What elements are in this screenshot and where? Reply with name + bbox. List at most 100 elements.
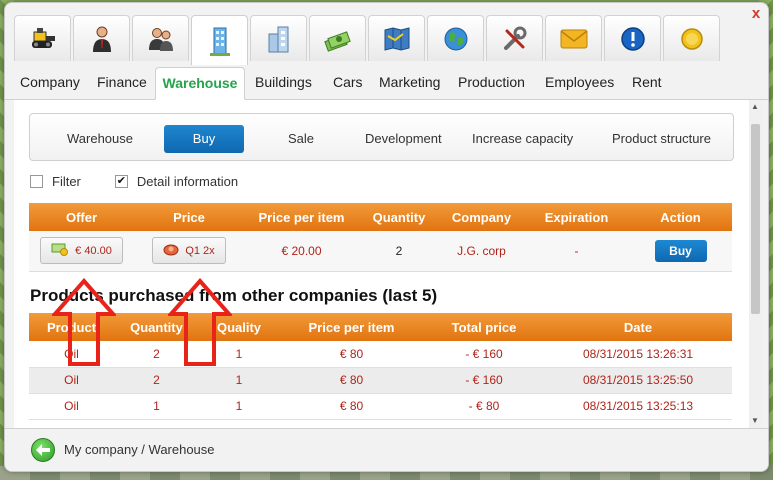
buy-button[interactable]: Buy [654, 239, 707, 262]
back-arrow-icon[interactable] [31, 438, 55, 462]
filter-row: Filter ✔ Detail information [30, 174, 238, 189]
offer-amount: € 40.00 [75, 244, 112, 257]
map-icon [382, 24, 412, 54]
icon-tab-buildings[interactable] [250, 15, 307, 61]
price-per-item-cell: € 80 [279, 341, 424, 368]
warehouse-building-icon [205, 26, 235, 56]
icon-tab-map[interactable] [368, 15, 425, 61]
icon-tab-bulldozer[interactable] [14, 15, 71, 61]
bulldozer-icon [28, 24, 58, 54]
warehouse-buy-panel: Warehouse Buy Sale Development Increase … [14, 100, 762, 428]
price-cell: Q1 2x [134, 231, 244, 272]
total-price-cell: - € 160 [424, 341, 544, 368]
table-row: Oil 2 1 € 80 - € 160 08/31/2015 13:25:50 [29, 367, 732, 394]
offer-cell: € 40.00 [29, 231, 134, 272]
price-per-item-cell: € 20.00 [244, 231, 359, 272]
icon-tab-globe[interactable] [427, 15, 484, 61]
coin-icon [677, 24, 707, 54]
tab-warehouse[interactable]: Warehouse [155, 67, 245, 100]
product-cell: Oil [29, 367, 114, 394]
price-per-item-header: Price per item [279, 313, 424, 341]
vertical-scrollbar[interactable]: ▲ ▼ [749, 100, 762, 428]
footer-bar: My company / Warehouse [5, 428, 768, 471]
offer-pill[interactable]: € 40.00 [40, 237, 123, 265]
icon-tab-coin[interactable] [663, 15, 720, 61]
quantity-cell: 2 [114, 367, 199, 394]
subtab-buy[interactable]: Buy [164, 125, 244, 153]
offer-table: Offer Price Price per item Quantity Comp… [29, 203, 732, 272]
company-header: Company [439, 203, 524, 231]
quantity-cell: 1 [114, 393, 199, 420]
subtab-development[interactable]: Development [365, 125, 442, 153]
quality-cell: 1 [199, 393, 279, 420]
annotation-arrow-up-offer [52, 278, 116, 366]
icon-tab-row [14, 15, 722, 65]
expiration-header: Expiration [524, 203, 629, 231]
subtab-bar: Warehouse Buy Sale Development Increase … [29, 113, 734, 161]
offer-header: Offer [29, 203, 134, 231]
subtab-warehouse[interactable]: Warehouse [67, 125, 133, 153]
tab-rent[interactable]: Rent [632, 67, 662, 100]
subtab-increase-capacity[interactable]: Increase capacity [472, 125, 573, 153]
action-header: Action [629, 203, 732, 231]
price-pill[interactable]: Q1 2x [152, 237, 226, 265]
businessman-icon [87, 24, 117, 54]
company-cell: J.G. corp [439, 231, 524, 272]
detail-information-checkbox[interactable]: ✔ [114, 175, 128, 188]
icon-tab-warehouse[interactable] [191, 15, 248, 65]
icon-tab-businessman[interactable] [73, 15, 130, 61]
scroll-thumb[interactable] [751, 124, 760, 314]
people-icon [146, 24, 176, 54]
date-cell: 08/31/2015 13:25:50 [544, 367, 732, 394]
tab-employees[interactable]: Employees [545, 67, 614, 100]
money-coins-icon [51, 242, 69, 259]
tab-production[interactable]: Production [458, 67, 525, 100]
buildings-icon [264, 24, 294, 54]
price-quality-quantity: Q1 2x [185, 244, 215, 257]
table-row: Oil 1 1 € 80 - € 80 08/31/2015 13:25:13 [29, 393, 732, 420]
price-per-item-cell: € 80 [279, 367, 424, 394]
detail-information-label: Detail information [136, 174, 239, 189]
purchase-history-table: Product Quantity Quality Price per item … [29, 313, 732, 420]
filter-checkbox[interactable] [30, 175, 43, 188]
subtab-product-structure[interactable]: Product structure [612, 125, 711, 153]
quantity-cell: 2 [359, 231, 439, 272]
tab-company[interactable]: Company [20, 67, 80, 100]
total-price-cell: - € 160 [424, 367, 544, 394]
filter-label: Filter [52, 174, 81, 189]
icon-tab-tools[interactable] [486, 15, 543, 61]
money-stack-icon [323, 24, 353, 54]
tab-finance[interactable]: Finance [97, 67, 147, 100]
icon-tab-info[interactable] [604, 15, 661, 61]
scroll-down-icon[interactable]: ▼ [751, 416, 759, 425]
annotation-arrow-up-price [168, 278, 232, 366]
tab-cars[interactable]: Cars [333, 67, 363, 100]
quality-cell: 1 [199, 367, 279, 394]
icon-tab-people[interactable] [132, 15, 189, 61]
action-cell: Buy [629, 231, 732, 272]
date-header: Date [544, 313, 732, 341]
tab-buildings[interactable]: Buildings [255, 67, 312, 100]
expiration-cell: - [524, 231, 629, 272]
date-cell: 08/31/2015 13:26:31 [544, 341, 732, 368]
product-quality-icon [163, 242, 179, 259]
quantity-header: Quantity [359, 203, 439, 231]
info-icon [618, 24, 648, 54]
price-header: Price [134, 203, 244, 231]
price-per-item-cell: € 80 [279, 393, 424, 420]
tab-marketing[interactable]: Marketing [379, 67, 440, 100]
offer-row: € 40.00 Q1 2x € 20.00 2 J.G. corp - Buy [29, 231, 732, 272]
scroll-up-icon[interactable]: ▲ [751, 102, 759, 111]
date-cell: 08/31/2015 13:25:13 [544, 393, 732, 420]
product-cell: Oil [29, 393, 114, 420]
close-button[interactable]: x [748, 6, 764, 22]
subtab-sale[interactable]: Sale [288, 125, 314, 153]
globe-icon [441, 24, 471, 54]
price-per-item-header: Price per item [244, 203, 359, 231]
icon-tab-money[interactable] [309, 15, 366, 61]
icon-tab-mail[interactable] [545, 15, 602, 61]
total-price-cell: - € 80 [424, 393, 544, 420]
company-window: x Company Finance Warehouse Buildings Ca… [4, 2, 769, 472]
main-tabs: Company Finance Warehouse Buildings Cars… [5, 63, 768, 100]
mail-icon [559, 24, 589, 54]
